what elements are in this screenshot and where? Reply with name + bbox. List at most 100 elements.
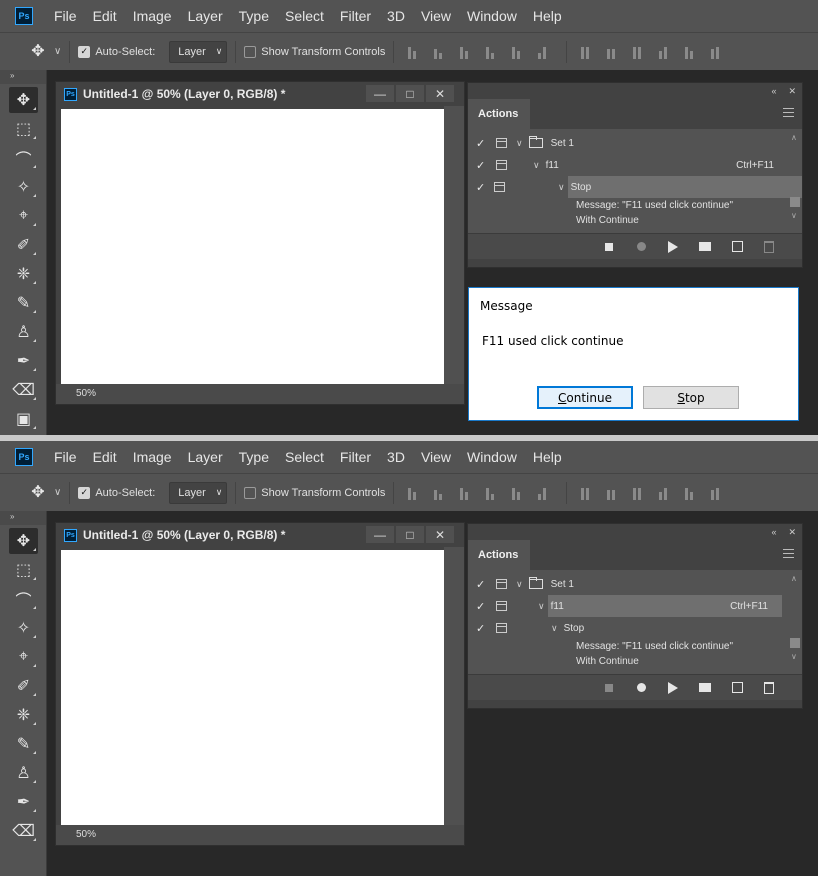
expand-chevron-icon[interactable]: ∨	[538, 601, 545, 612]
close-button[interactable]: ✕	[426, 85, 454, 102]
align-bottom-icon[interactable]	[460, 486, 474, 500]
menu-3d[interactable]: 3D	[379, 0, 413, 32]
lasso-tool-icon[interactable]: ⌒	[9, 145, 38, 171]
dialog-toggle-icon[interactable]	[496, 138, 507, 148]
expand-chevron-icon[interactable]: ∨	[551, 623, 558, 634]
menu-type[interactable]: Type	[231, 441, 277, 473]
magic-wand-tool-icon[interactable]: ✧	[9, 174, 38, 200]
close-panel-icon[interactable]: ✕	[788, 86, 796, 97]
menu-edit[interactable]: Edit	[85, 441, 125, 473]
toggle-check-icon[interactable]: ✓	[476, 159, 486, 172]
tools-panel-grip[interactable]: »	[0, 511, 46, 525]
menu-3d[interactable]: 3D	[379, 441, 413, 473]
expand-chevron-icon[interactable]: ∨	[516, 579, 523, 590]
distribute-bottom-icon[interactable]	[633, 486, 647, 500]
menu-select[interactable]: Select	[277, 0, 332, 32]
distribute-bottom-icon[interactable]	[633, 45, 647, 59]
actions-scrollbar[interactable]: ∧ ∨	[788, 129, 802, 227]
distribute-vcenter-icon[interactable]	[607, 486, 621, 500]
align-hcenter-icon[interactable]	[512, 45, 526, 59]
distribute-vcenter-icon[interactable]	[607, 45, 621, 59]
align-right-icon[interactable]	[538, 486, 552, 500]
distribute-top-icon[interactable]	[581, 486, 595, 500]
collapse-panels-icon[interactable]: «	[771, 527, 776, 537]
scroll-down-icon[interactable]: ∨	[791, 211, 797, 220]
menu-image[interactable]: Image	[125, 441, 180, 473]
minimize-button[interactable]: —	[366, 526, 394, 543]
menu-layer[interactable]: Layer	[180, 441, 231, 473]
menu-help[interactable]: Help	[525, 0, 570, 32]
eyedropper-tool-icon[interactable]: ✐	[9, 673, 38, 699]
align-left-icon[interactable]	[486, 486, 500, 500]
menu-layer[interactable]: Layer	[180, 0, 231, 32]
close-panel-icon[interactable]: ✕	[788, 527, 796, 538]
auto-select-target-dropdown[interactable]: Layer ∨	[169, 481, 228, 504]
align-vcenter-icon[interactable]	[434, 486, 448, 500]
scroll-down-icon[interactable]: ∨	[791, 652, 797, 661]
healing-brush-tool-icon[interactable]: ❈	[9, 261, 38, 287]
auto-select-checkbox[interactable]: ✓	[78, 486, 91, 499]
dialog-toggle-icon[interactable]	[494, 182, 505, 192]
scroll-thumb[interactable]	[790, 197, 800, 207]
distribute-hcenter-icon[interactable]	[685, 45, 699, 59]
menu-file[interactable]: File	[46, 441, 85, 473]
distribute-left-icon[interactable]	[659, 45, 673, 59]
menu-view[interactable]: View	[413, 0, 459, 32]
dialog-toggle-icon[interactable]	[496, 601, 507, 611]
lasso-tool-icon[interactable]: ⌒	[9, 586, 38, 612]
tab-actions[interactable]: Actions	[468, 99, 530, 129]
collapse-panels-icon[interactable]: «	[771, 86, 776, 96]
menu-filter[interactable]: Filter	[332, 0, 379, 32]
menu-file[interactable]: File	[46, 0, 85, 32]
menu-window[interactable]: Window	[459, 0, 525, 32]
scroll-up-icon[interactable]: ∧	[791, 133, 797, 142]
expand-chevron-icon[interactable]: ∨	[516, 138, 523, 149]
brush-tool-icon[interactable]: ✎	[9, 731, 38, 757]
close-button[interactable]: ✕	[426, 526, 454, 543]
continue-button[interactable]: Continue	[537, 386, 633, 409]
clone-stamp-tool-icon[interactable]: ♙	[9, 319, 38, 345]
menu-window[interactable]: Window	[459, 441, 525, 473]
record-icon[interactable]	[634, 681, 648, 695]
toggle-check-icon[interactable]: ✓	[476, 600, 486, 613]
dialog-toggle-icon[interactable]	[496, 623, 507, 633]
move-tool-icon[interactable]: ✥	[28, 42, 48, 62]
action-step-row[interactable]: ✓ ∨ Stop	[468, 617, 802, 639]
action-set-row[interactable]: ✓ ∨ Set 1	[468, 132, 802, 154]
action-step-row[interactable]: ✓ ∨ Stop	[476, 176, 802, 198]
document-canvas[interactable]	[61, 109, 445, 384]
marquee-tool-icon[interactable]: ⬚	[9, 116, 38, 142]
new-action-icon[interactable]	[730, 240, 744, 254]
menu-edit[interactable]: Edit	[85, 0, 125, 32]
distribute-right-icon[interactable]	[711, 486, 725, 500]
maximize-button[interactable]: □	[396, 526, 424, 543]
dialog-toggle-icon[interactable]	[496, 579, 507, 589]
history-brush-tool-icon[interactable]: ✒	[9, 789, 38, 815]
distribute-right-icon[interactable]	[711, 45, 725, 59]
stop-playing-icon[interactable]	[602, 681, 616, 695]
align-top-icon[interactable]	[408, 486, 422, 500]
show-transform-checkbox[interactable]	[244, 45, 257, 58]
zoom-status[interactable]: 50%	[56, 825, 464, 845]
actions-scrollbar[interactable]: ∧ ∨	[788, 570, 802, 668]
vertical-scrollbar[interactable]	[444, 106, 464, 384]
scroll-thumb[interactable]	[790, 638, 800, 648]
panel-resize-grip[interactable]	[468, 700, 802, 708]
dialog-toggle-icon[interactable]	[496, 160, 507, 170]
action-row[interactable]: ✓ ∨ f11 Ctrl+F11	[468, 154, 802, 176]
menu-image[interactable]: Image	[125, 0, 180, 32]
distribute-hcenter-icon[interactable]	[685, 486, 699, 500]
panel-menu-icon[interactable]	[783, 549, 794, 558]
delete-trash-icon[interactable]	[762, 240, 776, 254]
toggle-check-icon[interactable]: ✓	[476, 578, 486, 591]
distribute-top-icon[interactable]	[581, 45, 595, 59]
crop-tool-icon[interactable]: ⌖	[9, 644, 38, 670]
healing-brush-tool-icon[interactable]: ❈	[9, 702, 38, 728]
tool-preset-chevron-icon[interactable]: ∨	[54, 487, 61, 498]
menu-help[interactable]: Help	[525, 441, 570, 473]
brush-tool-icon[interactable]: ✎	[9, 290, 38, 316]
move-tool-icon[interactable]: ✥	[28, 483, 48, 503]
maximize-button[interactable]: □	[396, 85, 424, 102]
expand-chevron-icon[interactable]: ∨	[558, 182, 565, 193]
new-set-folder-icon[interactable]	[698, 681, 712, 695]
